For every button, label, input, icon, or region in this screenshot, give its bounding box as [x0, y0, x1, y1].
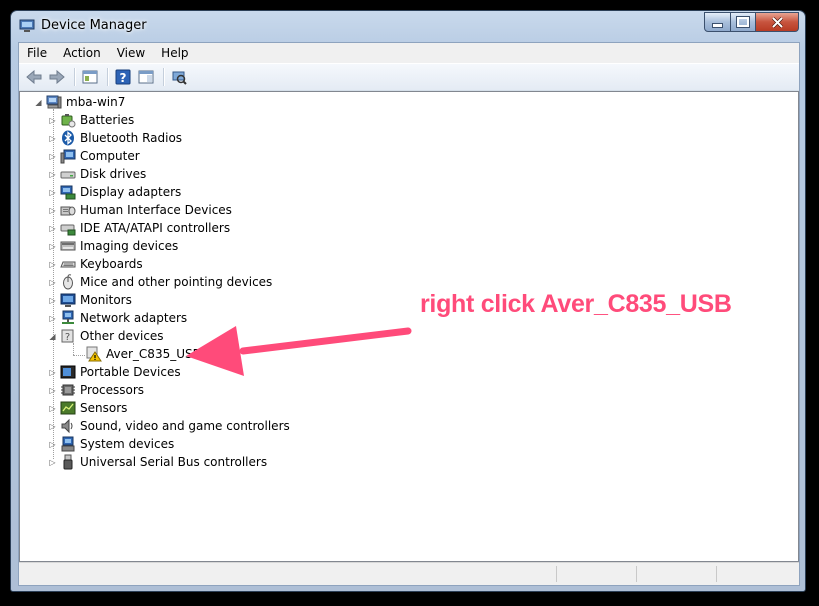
- annotation-label: right click Aver_C835_USB: [420, 290, 732, 318]
